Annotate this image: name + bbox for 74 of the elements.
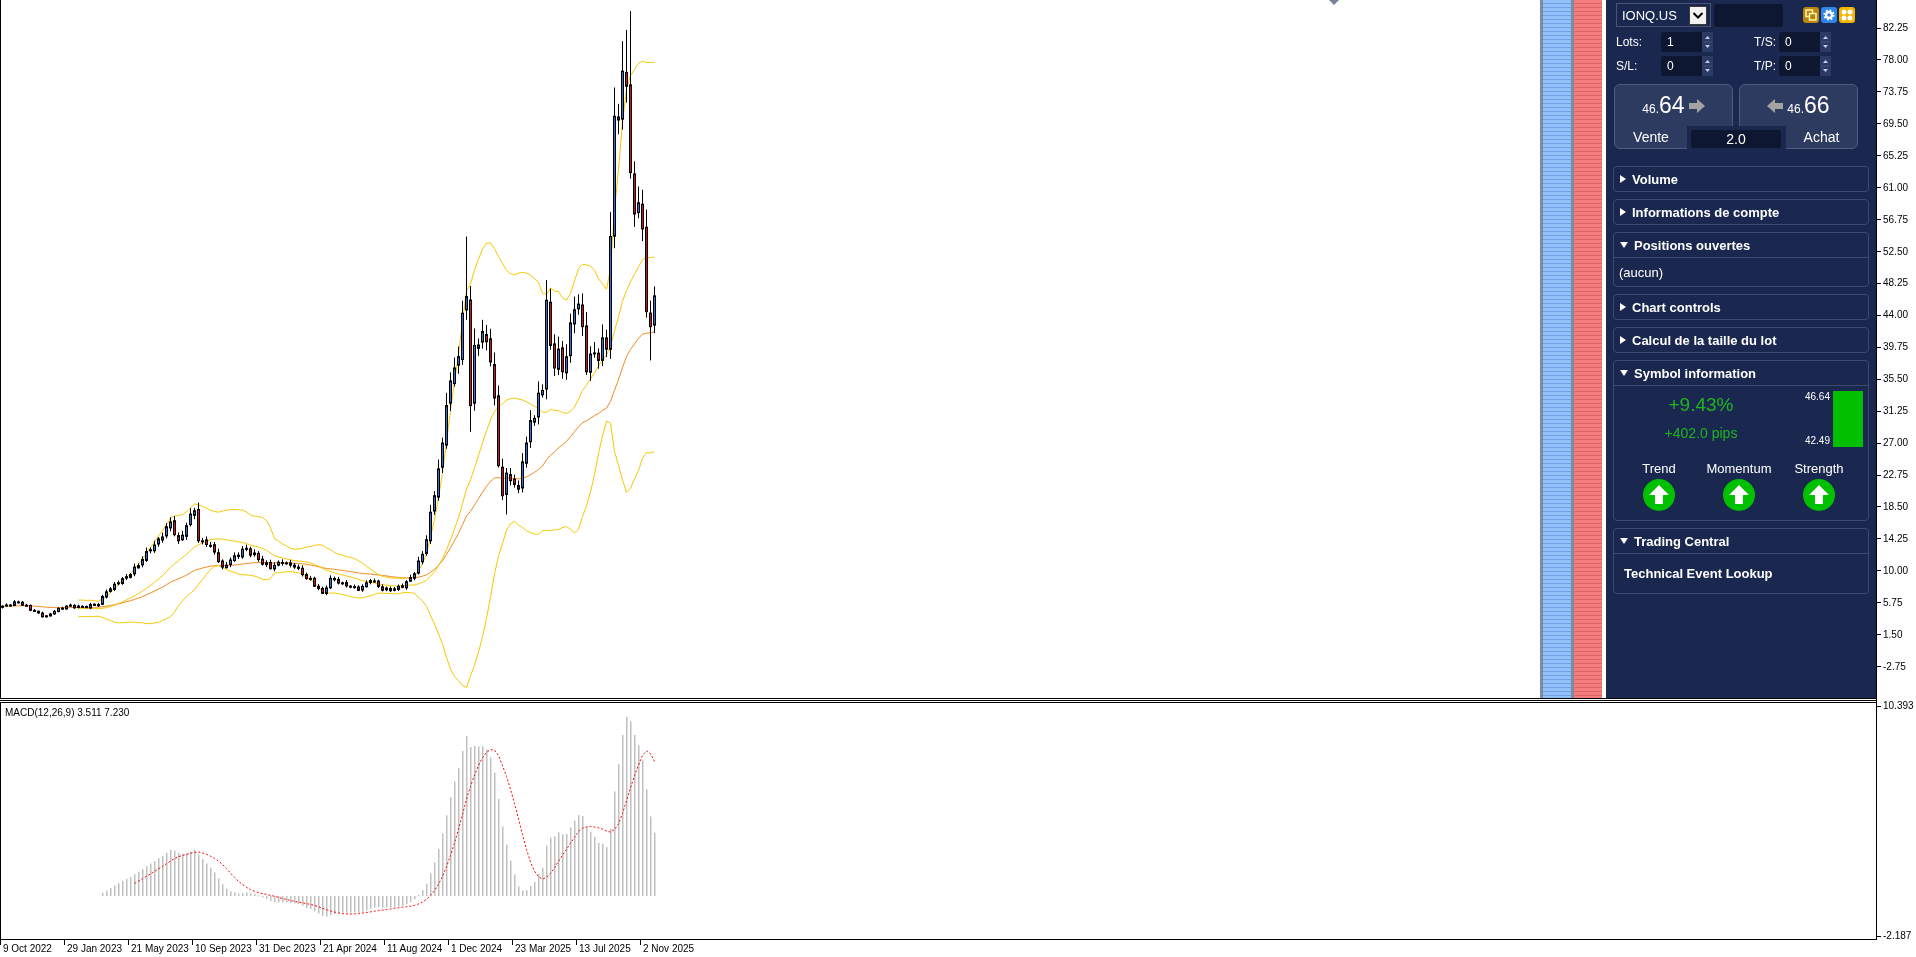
section-header[interactable]: Informations de compte [1614, 200, 1868, 224]
number-field[interactable]: 0 [1661, 56, 1713, 76]
range-low-text: 42.49 [1804, 435, 1830, 447]
section-header[interactable]: Calcul de la taille du lot [1614, 328, 1868, 352]
stepper-icon[interactable] [1820, 32, 1831, 52]
date-label: 2 Nov 2025 [640, 940, 695, 957]
price-label: -2.75 [1877, 660, 1906, 673]
stepper-icon[interactable] [1702, 32, 1713, 52]
copy-icon[interactable] [1803, 7, 1819, 23]
indicator-label: Momentum [1706, 462, 1772, 476]
arrow-right-icon [1688, 98, 1705, 113]
price-label: 78.00 [1877, 53, 1909, 66]
arrow-left-icon [1767, 98, 1784, 113]
price-label: 82.25 [1877, 22, 1909, 34]
chevron-down-icon [1689, 5, 1707, 25]
price-label: 27.00 [1877, 437, 1909, 450]
range-bar [1833, 391, 1863, 447]
change-pips-text: +402.0 pips [1664, 424, 1738, 443]
price-label: 56.75 [1877, 213, 1909, 226]
field-label: Lots: [1616, 34, 1643, 51]
positions-text: (aucun) [1619, 264, 1664, 280]
price-label: 52.50 [1877, 245, 1909, 258]
date-label: 1 Dec 2024 [448, 940, 503, 957]
section-header[interactable]: Trading Central [1614, 529, 1868, 554]
lot-size-field[interactable]: 2.0 [1691, 130, 1781, 148]
indicator-scale-label: 10.393 [1877, 700, 1914, 712]
triangle-marker-icon [1329, 0, 1339, 5]
number-field[interactable]: 0 [1779, 32, 1831, 52]
price-label: 73.75 [1877, 85, 1909, 98]
date-label: 9 Oct 2022 [0, 940, 52, 957]
price-label: 14.25 [1877, 532, 1909, 545]
date-label: 13 Jul 2025 [576, 940, 631, 957]
price-label: 65.25 [1877, 149, 1909, 162]
price-label: 10.00 [1877, 564, 1909, 577]
range-high-text: 46.64 [1804, 391, 1830, 403]
indicator-label: Strength [1794, 462, 1844, 476]
price-label: 31.25 [1877, 405, 1909, 418]
stepper-icon[interactable] [1702, 56, 1713, 76]
price-label: 69.50 [1877, 117, 1909, 130]
date-label: 11 Aug 2024 [384, 940, 443, 957]
settings-icon[interactable] [1821, 7, 1837, 23]
symbol-dropdown[interactable]: IONQ.US [1616, 3, 1711, 27]
indicator-label: Trend [1642, 462, 1676, 476]
price-label: 48.25 [1877, 277, 1909, 290]
section-header[interactable]: Symbol information [1614, 361, 1868, 386]
price-label: 61.00 [1877, 181, 1909, 194]
date-label: 31 Dec 2023 [256, 940, 316, 957]
price-label: 1.50 [1877, 628, 1903, 641]
price-label: 44.00 [1877, 309, 1909, 322]
section-header[interactable]: Positions ouvertes [1614, 233, 1868, 258]
text-field[interactable] [1714, 3, 1783, 27]
price-label: 5.75 [1877, 596, 1903, 609]
number-field[interactable]: 0 [1779, 56, 1831, 76]
date-label: 21 May 2023 [128, 940, 189, 957]
price-label: 35.50 [1877, 373, 1909, 386]
section-header[interactable]: Chart controls [1614, 295, 1868, 319]
price-label: 22.75 [1877, 469, 1909, 481]
stepper-icon[interactable] [1820, 56, 1831, 76]
date-label: 21 Apr 2024 [320, 940, 377, 957]
section-header[interactable]: Volume [1614, 167, 1868, 191]
field-label: T/P: [1754, 58, 1777, 75]
price-label: 39.75 [1877, 341, 1909, 354]
change-percent-text: +9.43% [1668, 393, 1734, 417]
date-label: 10 Sep 2023 [192, 940, 252, 957]
field-label: S/L: [1616, 58, 1639, 75]
date-label: 23 Mar 2025 [512, 940, 572, 957]
event-lookup-link[interactable]: Technical Event Lookup [1624, 566, 1773, 581]
price-label: 18.50 [1877, 500, 1909, 513]
field-label: T/S: [1754, 34, 1777, 51]
indicator-scale-label: -2.187 [1877, 930, 1912, 942]
macd-label: MACD(12,26,9) 3.511 7.230 [5, 707, 130, 719]
date-label: 29 Jan 2023 [64, 940, 123, 957]
number-field[interactable]: 1 [1661, 32, 1713, 52]
grid-icon[interactable] [1839, 7, 1855, 23]
